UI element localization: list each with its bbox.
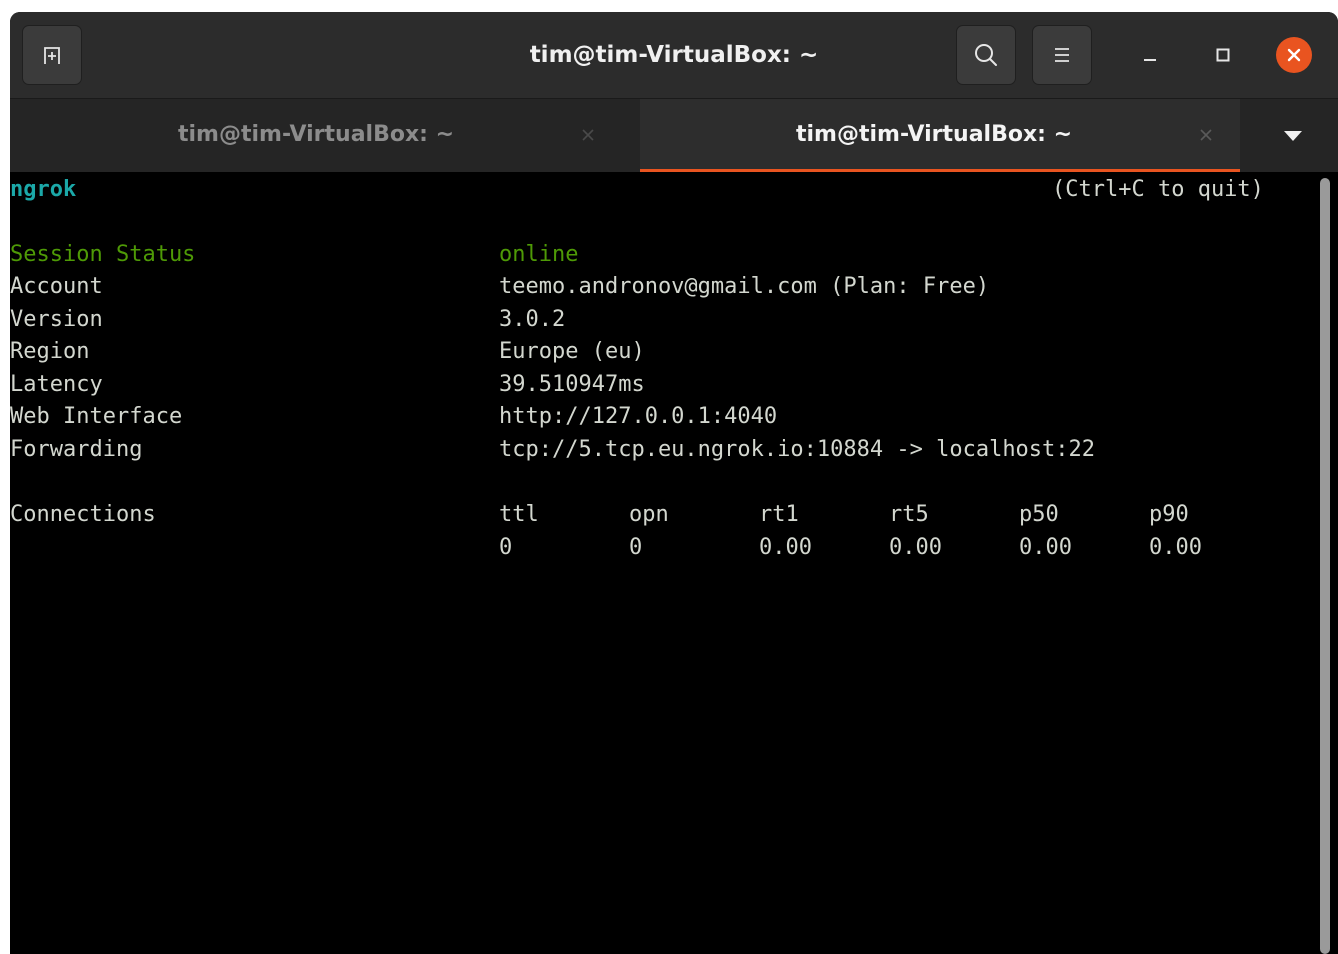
tab-terminal-2[interactable]: tim@tim-VirtualBox: ~: [640, 99, 1240, 173]
terminal-output[interactable]: ngrok (Ctrl+C to quit) Session Status on…: [10, 172, 1338, 954]
search-icon: [975, 44, 997, 66]
connections-header: p50: [1019, 502, 1059, 527]
latency-label: Latency: [10, 372, 103, 397]
connections-value: 0: [499, 535, 513, 560]
latency-value: 39.510947ms: [499, 372, 645, 397]
forwarding-value: tcp://5.tcp.eu.ngrok.io:10884 -> localho…: [499, 437, 1096, 462]
tab-terminal-1[interactable]: tim@tim-VirtualBox: ~: [10, 99, 640, 173]
new-tab-icon: [44, 47, 60, 64]
chevron-down-icon: [1284, 131, 1302, 141]
maximize-button[interactable]: [1205, 37, 1241, 73]
connections-header: rt1: [759, 502, 799, 527]
close-icon: [1287, 48, 1301, 62]
tab-label: tim@tim-VirtualBox: ~: [796, 122, 1073, 147]
connections-header: opn: [629, 502, 669, 527]
menu-button[interactable]: [1032, 25, 1092, 85]
tab-label: tim@tim-VirtualBox: ~: [178, 122, 455, 147]
web-interface-value: http://127.0.0.1:4040: [499, 404, 778, 429]
close-window-button[interactable]: [1276, 37, 1312, 73]
connections-value: 0.00: [1019, 535, 1072, 560]
session-status-label: Session Status: [10, 242, 196, 267]
connections-header: ttl: [499, 502, 539, 527]
account-label: Account: [10, 274, 103, 299]
close-icon: [582, 129, 594, 141]
connections-header: p90: [1149, 502, 1189, 527]
session-status-value: online: [499, 242, 579, 267]
tab-close-button[interactable]: [1194, 123, 1218, 147]
forwarding-label: Forwarding: [10, 437, 143, 462]
connections-label: Connections: [10, 502, 156, 527]
hamburger-menu-icon: [1055, 48, 1069, 62]
region-value: Europe (eu): [499, 339, 645, 364]
connections-value: 0.00: [759, 535, 812, 560]
header-bar: tim@tim-VirtualBox: ~: [10, 12, 1338, 98]
quit-hint: (Ctrl+C to quit): [1052, 177, 1264, 202]
version-label: Version: [10, 307, 103, 332]
search-button[interactable]: [956, 25, 1016, 85]
account-value: teemo.andronov@gmail.com (Plan: Free): [499, 274, 990, 299]
maximize-icon: [1216, 48, 1230, 62]
connections-value: 0.00: [1149, 535, 1202, 560]
web-interface-label: Web Interface: [10, 404, 183, 429]
connections-value: 0.00: [889, 535, 942, 560]
connections-value: 0: [629, 535, 643, 560]
tabs-dropdown-button[interactable]: [1278, 121, 1308, 151]
version-value: 3.0.2: [499, 307, 566, 332]
close-icon: [1200, 129, 1212, 141]
tab-bar: tim@tim-VirtualBox: ~ tim@tim-VirtualBox…: [10, 98, 1338, 173]
minimize-button[interactable]: [1132, 37, 1168, 73]
app-name: ngrok: [10, 177, 77, 202]
new-tab-button[interactable]: [22, 25, 82, 85]
connections-header: rt5: [889, 502, 929, 527]
tab-close-button[interactable]: [576, 123, 600, 147]
region-label: Region: [10, 339, 90, 364]
minimize-icon: [1144, 59, 1156, 61]
terminal-window: tim@tim-VirtualBox: ~ tim@tim-VirtualBox…: [10, 12, 1338, 954]
scrollbar[interactable]: [1320, 178, 1330, 954]
